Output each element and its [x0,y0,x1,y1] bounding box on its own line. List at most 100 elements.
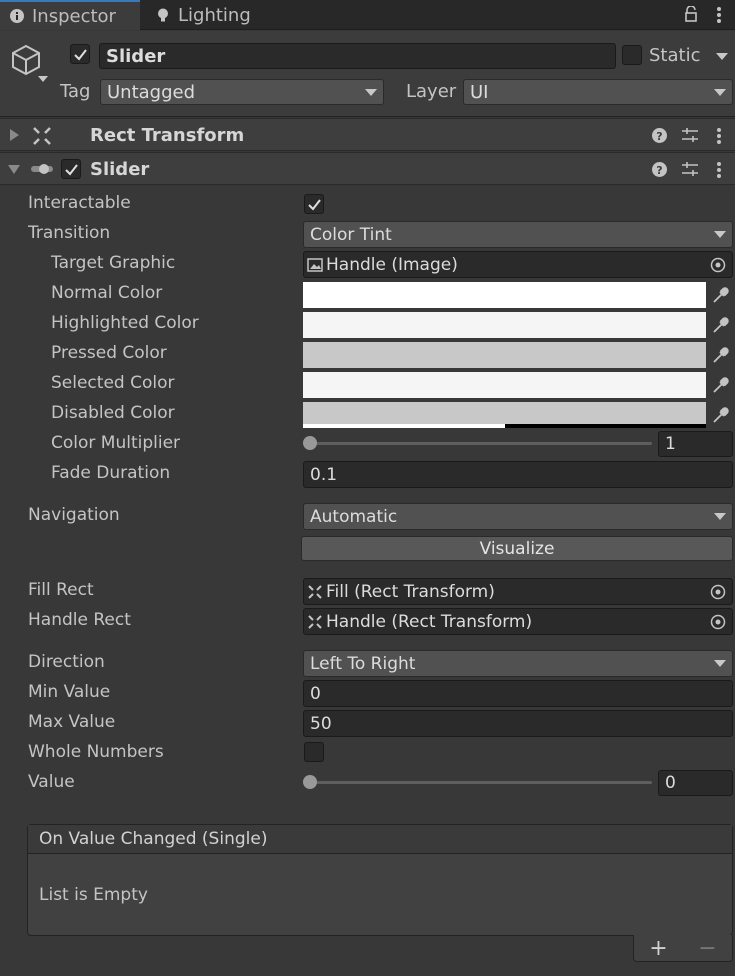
help-icon[interactable]: ? [652,128,667,143]
object-picker-button[interactable] [704,579,732,604]
chevron-down-icon [714,513,726,520]
icon-dropdown-caret-icon[interactable] [38,76,48,82]
rect-transform-header[interactable]: Rect Transform ? [0,118,735,151]
fill-rect-label: Fill Rect [28,580,94,600]
event-list-footer: + − [633,935,733,962]
color-multiplier-slider-track[interactable] [310,442,652,445]
value-field[interactable]: 0 [658,770,733,796]
checkmark-icon [73,48,87,61]
target-icon [710,614,726,629]
whole-numbers-label: Whole Numbers [28,742,164,762]
max-value-label: Max Value [28,712,116,732]
pressed-color-label: Pressed Color [51,343,167,363]
tag-dropdown[interactable]: Untagged [100,79,384,105]
eyedropper-icon [712,377,729,393]
slider-component-title: Slider [90,159,150,180]
layer-dropdown[interactable]: UI [463,79,733,105]
fade-duration-field[interactable]: 0.1 [303,461,733,488]
component-menu-icon[interactable] [716,161,722,179]
static-label: Static [649,45,701,66]
pressed-color-swatch[interactable] [303,342,706,368]
tab-lighting-label: Lighting [178,4,251,26]
navigation-value: Automatic [310,506,398,527]
rect-transform-icon [308,584,322,599]
highlighted-color-eyedropper[interactable] [708,312,733,338]
handle-rect-field[interactable]: Handle (Rect Transform) [303,608,733,635]
svg-text:?: ? [656,164,662,177]
selected-color-eyedropper[interactable] [708,372,733,398]
normal-color-swatch[interactable] [303,282,706,308]
target-graphic-value: Handle (Image) [326,254,458,275]
foldout-right-icon[interactable] [9,129,20,141]
object-name-field[interactable]: Slider [99,43,616,69]
layer-value: UI [470,81,489,103]
chevron-down-icon [714,660,726,667]
slider-enabled-checkbox[interactable] [61,159,81,179]
value-label: Value [28,772,75,792]
tab-lighting[interactable]: Lighting [146,0,266,30]
component-menu-icon[interactable] [716,127,722,145]
direction-dropdown[interactable]: Left To Right [303,650,733,677]
selected-color-swatch[interactable] [303,372,706,398]
kebab-menu-icon[interactable] [716,6,722,24]
selected-color-label: Selected Color [51,373,175,393]
on-value-changed-event: On Value Changed (Single) List is Empty [27,824,733,936]
navigation-dropdown[interactable]: Automatic [303,503,733,530]
min-value-field[interactable]: 0 [303,680,733,707]
visualize-button[interactable]: Visualize [301,536,733,561]
transition-dropdown[interactable]: Color Tint [303,221,733,248]
max-value-field[interactable]: 50 [303,710,733,737]
remove-listener-button[interactable]: − [698,936,716,961]
lock-icon[interactable] [684,6,698,22]
transition-value: Color Tint [310,224,392,245]
presets-icon[interactable] [682,127,698,144]
object-picker-button[interactable] [704,252,732,277]
target-graphic-field[interactable]: Handle (Image) [303,251,733,278]
value-slider-track[interactable] [310,781,652,784]
checkmark-icon [307,198,321,211]
direction-label: Direction [28,652,105,672]
disabled-color-swatch[interactable] [303,402,706,428]
handle-rect-label: Handle Rect [28,610,131,630]
color-multiplier-field[interactable]: 1 [658,431,733,457]
target-icon [710,257,726,272]
disabled-color-label: Disabled Color [51,403,175,423]
pressed-color-eyedropper[interactable] [708,342,733,368]
chevron-down-icon [714,88,726,96]
fade-duration-label: Fade Duration [51,463,171,483]
active-checkbox[interactable] [70,44,90,64]
gameobject-cube-icon [12,44,40,76]
foldout-down-icon[interactable] [8,164,20,175]
min-value-label: Min Value [28,682,111,702]
chevron-down-icon [365,88,377,96]
help-icon[interactable]: ? [652,162,667,177]
direction-value: Left To Right [310,653,416,674]
add-listener-button[interactable]: + [649,936,667,961]
navigation-label: Navigation [28,505,120,525]
value-slider-handle[interactable] [303,775,317,789]
handle-rect-value: Handle (Rect Transform) [326,611,533,632]
normal-color-eyedropper[interactable] [708,282,733,308]
target-icon [710,584,726,599]
static-checkbox[interactable] [622,45,642,65]
presets-icon[interactable] [682,161,698,178]
interactable-label: Interactable [28,193,131,213]
highlighted-color-label: Highlighted Color [51,313,199,333]
fill-rect-field[interactable]: Fill (Rect Transform) [303,578,733,605]
tab-inspector[interactable]: Inspector [0,0,140,30]
disabled-color-eyedropper[interactable] [708,402,733,428]
color-multiplier-slider-handle[interactable] [303,436,317,450]
event-empty-label: List is Empty [39,885,148,905]
normal-color-label: Normal Color [51,283,163,303]
chevron-down-icon [714,231,726,238]
fill-rect-value: Fill (Rect Transform) [326,581,495,602]
whole-numbers-checkbox[interactable] [304,742,324,762]
tab-inspector-label: Inspector [32,5,116,27]
info-icon [10,9,24,23]
object-picker-button[interactable] [704,609,732,634]
interactable-checkbox[interactable] [304,194,324,214]
tag-label: Tag [60,81,91,102]
slider-component-header[interactable]: Slider ? [0,152,735,185]
highlighted-color-swatch[interactable] [303,312,706,338]
static-dropdown-caret-icon[interactable] [716,53,728,60]
